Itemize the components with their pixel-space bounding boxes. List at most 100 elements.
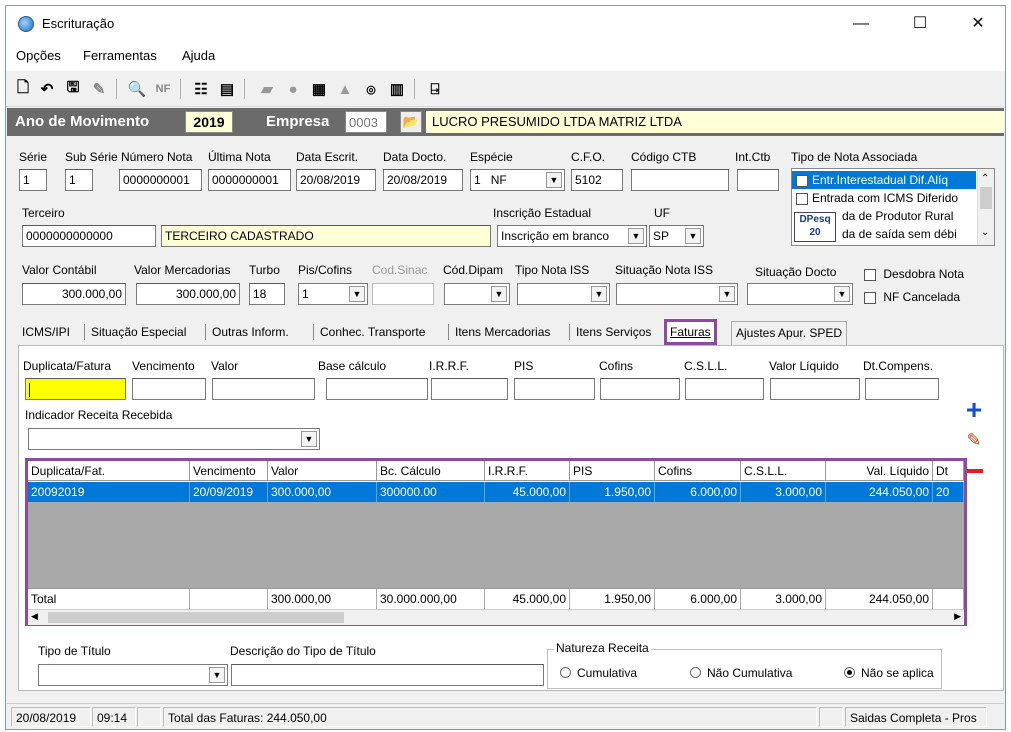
horizontal-scrollbar[interactable]: ◀ ▶ [28,609,964,625]
pis-input[interactable] [514,378,595,400]
radio-cumulativa[interactable]: Cumulativa [560,666,637,680]
table-cell[interactable]: 244.050,00 [826,482,933,502]
chevron-down-icon[interactable]: ▼ [591,286,607,302]
tab-outras-inform[interactable]: Outras Inform. [208,319,293,345]
dpesq-icon[interactable]: DPesq 20 [794,212,836,242]
cfo-input[interactable]: 5102 [571,169,623,191]
chevron-up-icon[interactable]: ⌃ [981,173,989,184]
cod-dipam-select[interactable]: ▼ [444,283,510,305]
radio-nao-se-aplica[interactable]: Não se aplica [844,666,934,680]
chevron-down-icon[interactable]: ▼ [491,286,507,302]
column-header[interactable]: Dt [933,461,964,481]
cib-coins-icon[interactable]: ◎ [360,78,382,100]
inscricao-select[interactable]: Inscrição em branco ▼ [497,225,647,247]
tab-icms-ipi[interactable]: ICMS/IPI [18,319,74,345]
chevron-right-icon[interactable]: ▶ [954,611,961,622]
descricao-titulo-input[interactable] [231,664,544,686]
column-header[interactable]: Bc. Cálculo [377,461,485,481]
table-cell[interactable]: 20 [933,482,964,502]
nf-cancelada-checkbox[interactable]: NF Cancelada [864,290,960,304]
tipo-titulo-select[interactable]: ▼ [38,664,228,686]
tipo-nota-iss-select[interactable]: ▼ [517,283,610,305]
maximize-button[interactable]: ☐ [900,12,940,36]
menu-ferramentas[interactable]: Ferramentas [83,48,157,63]
table-cell[interactable]: 300.000,00 [268,482,377,502]
table-cell[interactable]: 6.000,00 [655,482,741,502]
cofins-input[interactable] [600,378,680,400]
valor-contabil-input[interactable]: 300.000,00 [22,283,126,305]
checkbox[interactable] [796,192,808,205]
empresa-code-field[interactable]: 0003 [345,111,387,133]
column-header[interactable]: PIS [570,461,655,481]
filter-list-icon[interactable]: ▥ [386,78,408,100]
scrollbar-thumb[interactable] [980,187,992,209]
chevron-down-icon[interactable]: ▼ [719,286,735,302]
list-item[interactable]: Entrada com ICMS Diferido [792,189,976,207]
print-preview-icon[interactable]: 🔍 [126,78,148,100]
data-escrit-input[interactable]: 20/08/2019 [296,169,376,191]
chevron-left-icon[interactable]: ◀ [31,611,38,622]
chevron-down-icon[interactable]: ▼ [349,286,365,302]
data-docto-input[interactable]: 20/08/2019 [383,169,463,191]
undo-icon[interactable]: ↶ [36,78,58,100]
sub-serie-input[interactable]: 1 [65,169,93,191]
table-cell[interactable]: 1.950,00 [570,482,655,502]
new-document-icon[interactable]: 🗋 [12,78,34,100]
checkbox[interactable] [864,291,876,304]
column-header[interactable]: I.R.R.F. [485,461,570,481]
valor-mercadorias-input[interactable]: 300.000,00 [136,283,240,305]
add-icon[interactable]: + [961,396,987,424]
radio-button[interactable] [560,667,571,678]
checkbox[interactable] [864,268,876,281]
serie-input[interactable]: 1 [19,169,47,191]
radio-nao-cumulativa[interactable]: Não Cumulativa [690,666,792,680]
irrf-input[interactable] [431,378,508,400]
chevron-down-icon[interactable]: ⌄ [981,227,989,238]
scrollbar-thumb[interactable] [48,612,344,623]
faturas-grid[interactable]: Duplicata/Fat. Vencimento Valor Bc. Cálc… [25,458,967,626]
tree-list-icon[interactable]: ☷ [190,78,212,100]
open-folder-icon[interactable]: 📂 [400,111,422,133]
menu-ajuda[interactable]: Ajuda [182,48,215,63]
base-calculo-input[interactable] [326,378,428,400]
radio-button[interactable] [690,667,701,678]
table-cell[interactable]: 20/09/2019 [190,482,268,502]
valor-liquido-input[interactable] [770,378,860,400]
table-cell[interactable]: 20092019 [28,482,190,502]
situacao-docto-select[interactable]: ▼ [747,283,853,305]
report-icon[interactable]: ▤ [216,78,238,100]
uf-select[interactable]: SP ▼ [649,225,704,247]
scrollbar[interactable]: ⌃ ⌄ [977,169,994,245]
pis-cofins-select[interactable]: 1 ▼ [298,283,368,305]
menu-opcoes[interactable]: Opções [16,48,61,63]
desdobra-nota-checkbox[interactable]: Desdobra Nota [864,267,964,281]
chevron-down-icon[interactable]: ▼ [628,228,644,244]
checkbox[interactable] [796,174,808,187]
tab-faturas[interactable]: Faturas [664,319,717,345]
turbo-input[interactable]: 18 [249,283,285,305]
table-cell[interactable]: 3.000,00 [741,482,826,502]
especie-select[interactable]: 1 NF ▼ [470,169,565,191]
exit-door-icon[interactable]: ⍈ [424,78,446,100]
ultima-nota-input[interactable]: 0000000001 [208,169,291,191]
column-header[interactable]: Duplicata/Fat. [28,461,190,481]
ano-field[interactable]: 2019 [185,111,233,133]
situacao-nota-iss-select[interactable]: ▼ [616,283,738,305]
save-icon[interactable]: 🖫 [62,78,84,100]
chevron-down-icon[interactable]: ▼ [301,431,317,447]
valor-input[interactable] [212,378,315,400]
column-header[interactable]: Valor [268,461,377,481]
terceiro-code-input[interactable]: 0000000000000 [22,225,156,247]
column-header[interactable]: Val. Líquido [826,461,933,481]
codigo-ctb-input[interactable] [631,169,729,191]
dt-compens-input[interactable] [865,378,939,400]
table-cell[interactable]: 300000.00 [377,482,485,502]
column-header[interactable]: C.S.L.L. [741,461,826,481]
chevron-down-icon[interactable]: ▼ [685,228,701,244]
duplicata-input[interactable] [25,378,126,400]
column-header[interactable]: Vencimento [190,461,268,481]
tab-situacao-especial[interactable]: Situação Especial [87,319,190,345]
column-header[interactable]: Cofins [655,461,741,481]
table-cell[interactable]: 45.000,00 [485,482,570,502]
tab-conhec-transporte[interactable]: Conhec. Transporte [316,319,429,345]
